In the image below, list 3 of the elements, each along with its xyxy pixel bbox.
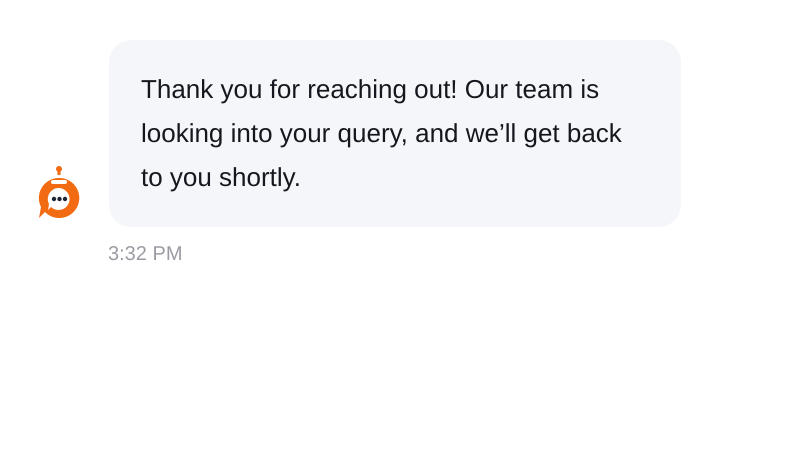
message-bubble: Thank you for reaching out! Our team is looking into your query, and we’ll get back to you shortly. [109,40,681,227]
bot-avatar-icon [36,165,82,221]
message-timestamp: 3:32 PM [108,242,182,267]
